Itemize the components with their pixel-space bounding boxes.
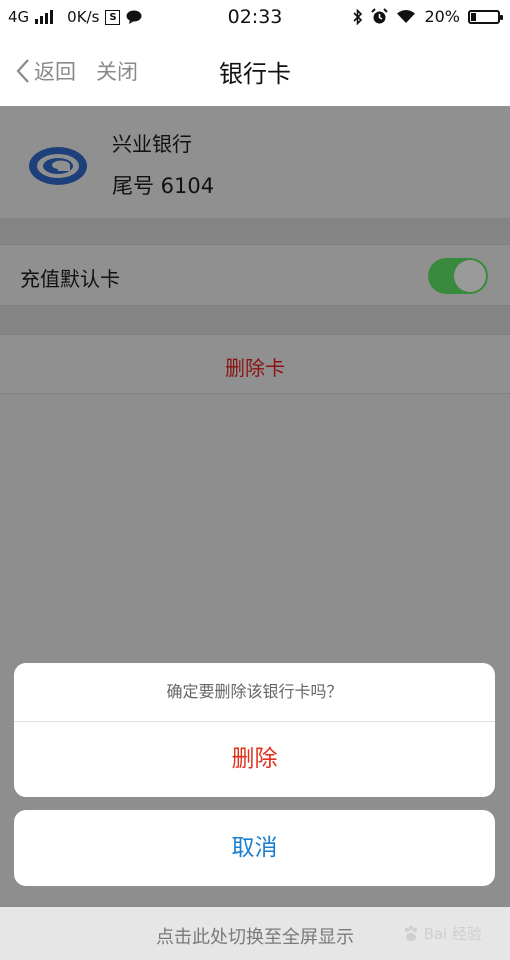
battery-percent: 20%	[424, 7, 460, 26]
default-card-row: 充值默认卡	[0, 244, 510, 306]
default-card-toggle[interactable]	[428, 258, 488, 294]
section-divider	[0, 306, 510, 334]
bank-name: 兴业银行	[112, 132, 192, 156]
page-title: 银行卡	[219, 60, 291, 88]
section-divider	[0, 218, 510, 244]
alarm-icon	[371, 8, 389, 24]
status-right: 20%	[353, 7, 503, 26]
toggle-knob	[454, 260, 486, 292]
delete-card-row[interactable]: 删除卡	[0, 334, 510, 394]
action-sheet: 确定要删除该银行卡吗？ 删除	[14, 663, 495, 797]
confirm-message: 确定要删除该银行卡吗？	[14, 663, 495, 722]
status-bar: 4G 0K/s S 02:33 20%	[0, 0, 510, 36]
default-card-label: 充值默认卡	[20, 267, 120, 291]
card-tail-number: 尾号 6104	[112, 174, 215, 198]
wifi-icon	[397, 10, 416, 23]
bluetooth-icon	[353, 8, 363, 25]
paw-icon	[404, 925, 417, 941]
bank-card-row: 兴业银行 尾号 6104	[0, 106, 510, 218]
delete-card-label: 删除卡	[225, 356, 285, 380]
confirm-delete-button[interactable]: 删除	[14, 722, 495, 797]
fullscreen-bar[interactable]: 点击此处切换至全屏显示 Bai 经验	[0, 907, 510, 960]
bank-logo-icon	[29, 147, 87, 185]
battery-icon	[468, 9, 503, 24]
nav-bar: 返回 关闭 银行卡	[0, 36, 510, 106]
cancel-button[interactable]: 取消	[14, 810, 495, 886]
watermark-text: Bai 经验	[423, 925, 482, 943]
watermark: Bai 经验	[402, 907, 482, 960]
